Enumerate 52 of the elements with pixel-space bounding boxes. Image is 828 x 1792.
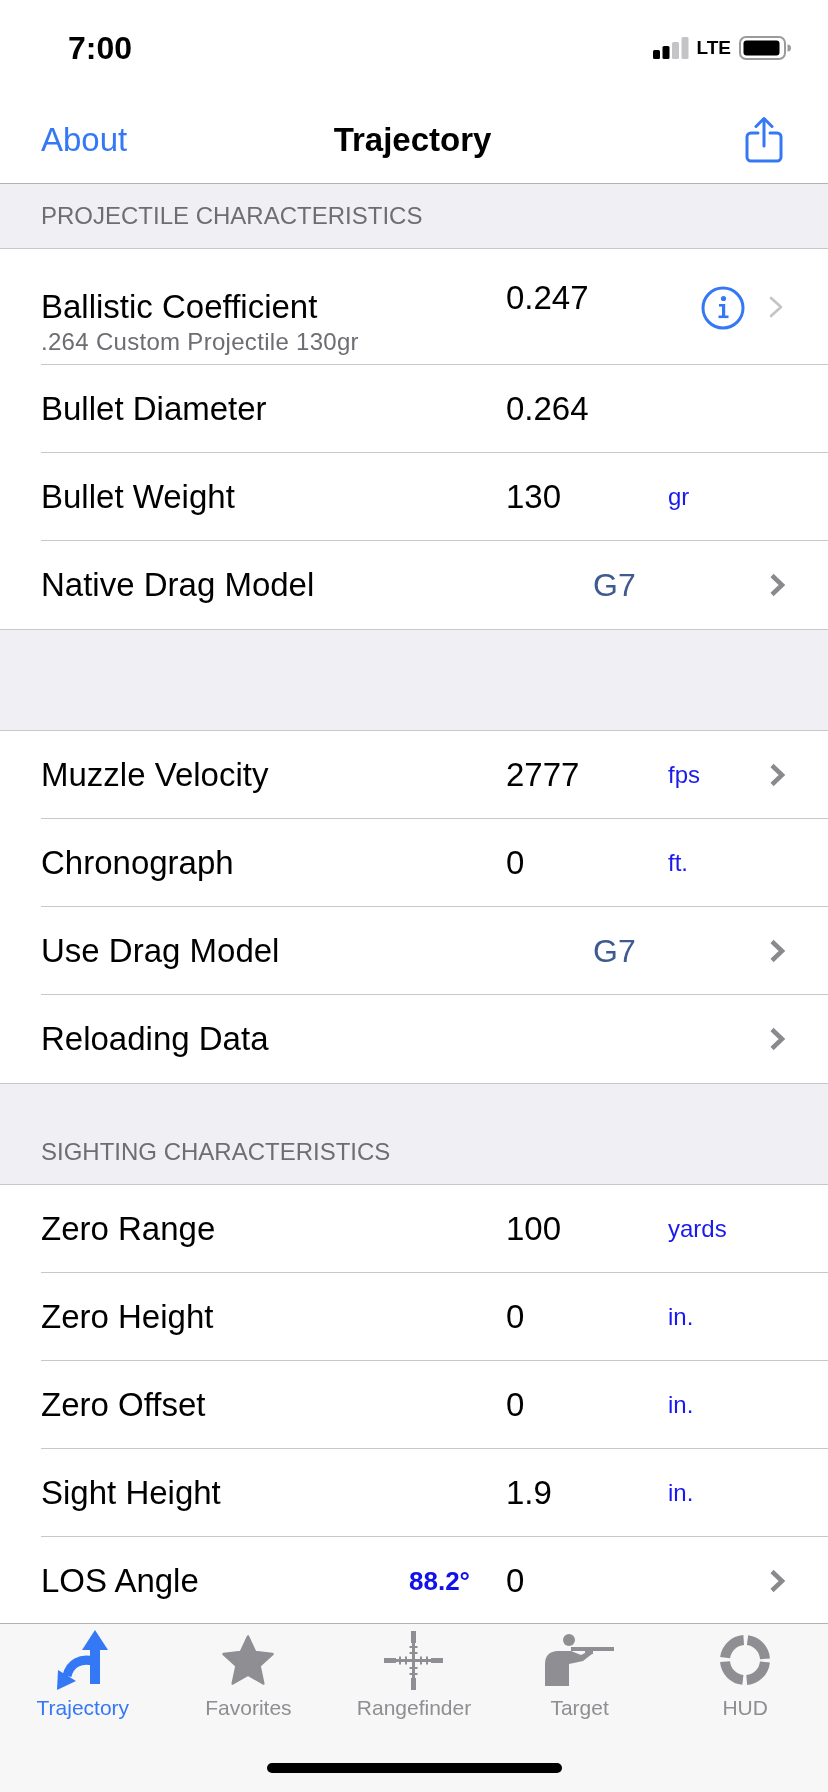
signal-icon (652, 37, 689, 59)
value-field[interactable]: 0.264 (506, 388, 589, 429)
crosshair-icon (384, 1630, 444, 1690)
unit-button[interactable]: in. (668, 1384, 694, 1425)
unit-button[interactable]: in. (668, 1296, 694, 1337)
value-field[interactable]: 2777 (506, 754, 580, 795)
value-field[interactable]: 0 (506, 842, 525, 883)
info-icon (701, 286, 745, 330)
network-label: LTE (696, 37, 731, 59)
angle-reading: 88.2° (409, 1564, 470, 1598)
row-label: Bullet Diameter (41, 388, 267, 429)
unit-button[interactable]: yards (668, 1208, 727, 1249)
battery-icon (739, 36, 791, 60)
split-arrow-icon (57, 1630, 109, 1690)
row-label: Native Drag Model (41, 565, 315, 605)
row-label: Sight Height (41, 1472, 221, 1513)
value-field[interactable]: 1.9 (506, 1472, 552, 1513)
row-label: Use Drag Model (41, 930, 280, 971)
unit-button[interactable]: fps (668, 754, 700, 795)
nav-title: Trajectory (333, 120, 492, 159)
row-label: Zero Height (41, 1296, 214, 1337)
about-button[interactable]: About (41, 120, 128, 159)
row-label: Bullet Weight (41, 476, 235, 517)
tab-item[interactable]: Trajectory (36, 1624, 130, 1720)
value-field[interactable]: 130 (506, 476, 562, 517)
choice-value: G7 (593, 931, 636, 971)
value-field[interactable]: 0.247 (506, 278, 589, 318)
row-label: LOS Angle (41, 1560, 199, 1601)
section-header: SIGHTING CHARACTERISTICS (41, 1138, 391, 1166)
row-label: Zero Range (41, 1208, 216, 1249)
row-label: Reloading Data (41, 1019, 269, 1059)
value-field[interactable]: 0 (506, 1384, 525, 1425)
row-subtitle: .264 Custom Projectile 130gr (41, 328, 359, 356)
star-icon (221, 1634, 276, 1686)
row-label: Ballistic Coefficient (41, 287, 318, 327)
row-label: Muzzle Velocity (41, 754, 269, 795)
value-field[interactable]: 100 (506, 1208, 562, 1249)
section-header: PROJECTILE CHARACTERISTICS (41, 202, 423, 230)
share-button[interactable] (744, 115, 784, 164)
unit-button[interactable]: gr (668, 476, 690, 517)
status-time: 7:00 (68, 29, 133, 67)
choice-value: G7 (593, 566, 636, 605)
info-button[interactable] (701, 286, 745, 330)
rifle-shooter-icon (545, 1634, 615, 1686)
value-field[interactable]: 0 (506, 1296, 525, 1337)
unit-button[interactable]: ft. (668, 842, 688, 883)
segmented-ring-icon (720, 1635, 771, 1685)
row-label: Zero Offset (41, 1384, 206, 1425)
share-icon (744, 115, 784, 164)
unit-button[interactable]: in. (668, 1472, 694, 1513)
value-field[interactable]: 0 (506, 1560, 525, 1601)
row-label: Chronograph (41, 842, 234, 883)
